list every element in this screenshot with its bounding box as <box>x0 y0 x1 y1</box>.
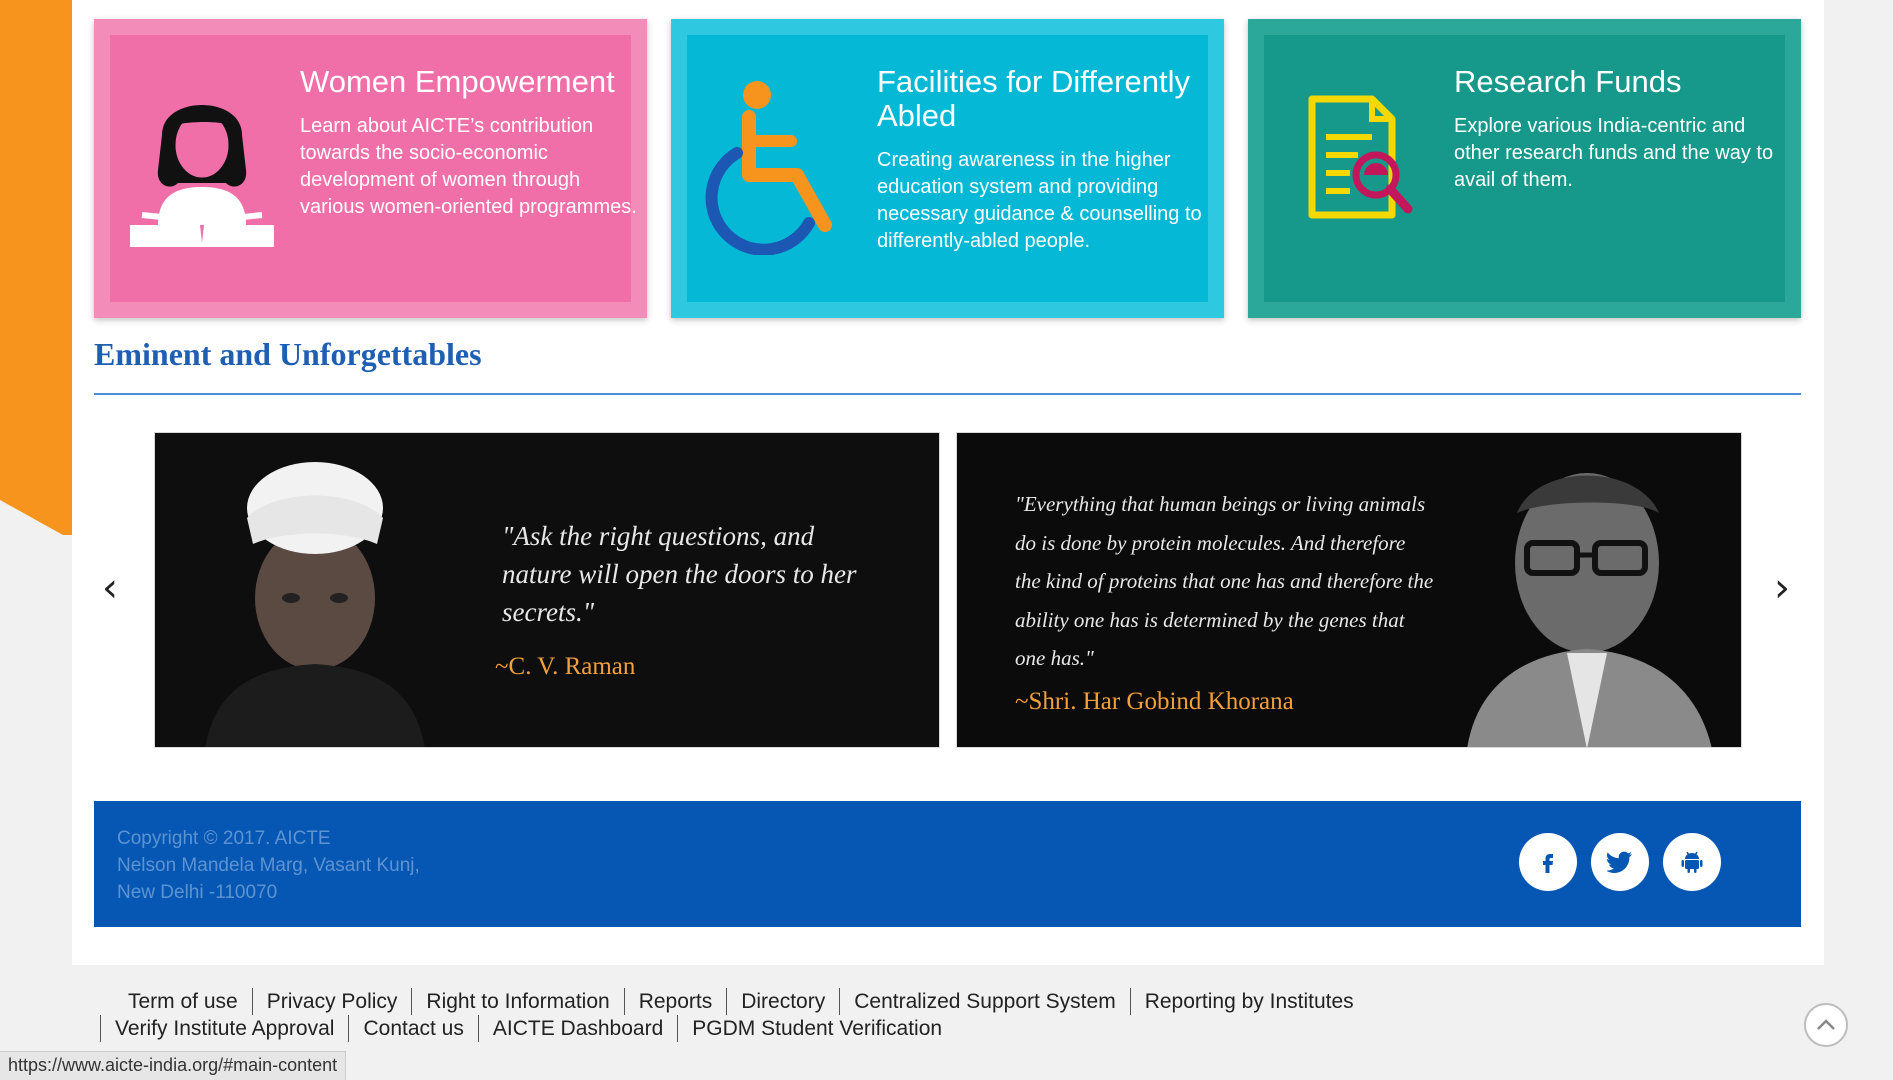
card-description: Creating awareness in the higher educati… <box>877 149 1202 252</box>
card-inner: Research Funds Explore various India-cen… <box>1264 35 1785 302</box>
link-directory[interactable]: Directory <box>726 988 839 1015</box>
android-icon <box>1681 851 1703 873</box>
carousel-slide[interactable]: "Ask the right questions, and nature wil… <box>154 432 940 748</box>
card-title: Facilities for Differently Abled <box>877 64 1190 133</box>
footer-links-row: Verify Institute Approval Contact us AIC… <box>100 1015 1414 1042</box>
card-text: Facilities for Differently Abled Creatin… <box>877 65 1217 255</box>
card-inner: Women Empowerment Learn about AICTE’s co… <box>110 35 637 302</box>
quote-author: ~C. V. Raman <box>495 653 636 680</box>
copyright-text: Copyright © 2017. AICTE <box>117 828 331 849</box>
link-right-to-information[interactable]: Right to Information <box>411 988 623 1015</box>
orange-side-decoration <box>0 0 72 535</box>
section-divider <box>94 393 1801 395</box>
link-reports[interactable]: Reports <box>623 988 727 1015</box>
document-magnifier-icon <box>1308 95 1413 219</box>
woman-reading-icon <box>130 105 274 247</box>
card-text: Women Empowerment Learn about AICTE’s co… <box>300 65 640 221</box>
address-line: Nelson Mandela Marg, Vasant Kunj, <box>117 855 420 876</box>
quote-text: "Everything that human beings or living … <box>1015 492 1434 670</box>
footer-links-row: Term of use Privacy Policy Right to Info… <box>114 988 1414 1015</box>
scroll-to-top-button[interactable] <box>1804 1003 1848 1047</box>
site-footer: Copyright © 2017. AICTE Nelson Mandela M… <box>94 801 1801 927</box>
card-women-empowerment[interactable]: Women Empowerment Learn about AICTE’s co… <box>94 19 647 318</box>
card-research-funds[interactable]: Research Funds Explore various India-cen… <box>1248 19 1801 318</box>
android-button[interactable] <box>1663 833 1721 891</box>
card-description: Explore various India-centric and other … <box>1454 115 1774 191</box>
link-pgdm-student-verification[interactable]: PGDM Student Verification <box>677 1015 956 1042</box>
facebook-icon <box>1543 854 1553 873</box>
status-bar-url: https://www.aicte-india.org/#main-conten… <box>0 1051 347 1080</box>
wheelchair-icon <box>705 81 832 255</box>
link-aicte-dashboard[interactable]: AICTE Dashboard <box>477 1015 677 1042</box>
feature-cards: Women Empowerment Learn about AICTE’s co… <box>94 19 1801 318</box>
twitter-icon <box>1607 851 1632 873</box>
link-term-of-use[interactable]: Term of use <box>114 988 252 1015</box>
quote-author: ~Shri. Har Gobind Khorana <box>1015 688 1294 715</box>
footer-links: Term of use Privacy Policy Right to Info… <box>100 988 1414 1042</box>
link-centralized-support-system[interactable]: Centralized Support System <box>839 988 1129 1015</box>
portrait-image <box>205 462 425 747</box>
card-title: Women Empowerment <box>300 64 615 99</box>
facebook-button[interactable] <box>1519 833 1577 891</box>
twitter-button[interactable] <box>1591 833 1649 891</box>
card-description: Learn about AICTE’s contribution towards… <box>300 115 637 218</box>
footer-address: Copyright © 2017. AICTE Nelson Mandela M… <box>117 825 420 906</box>
main-content: Women Empowerment Learn about AICTE’s co… <box>72 0 1824 965</box>
card-inner: Facilities for Differently Abled Creatin… <box>687 35 1208 302</box>
link-verify-institute-approval[interactable]: Verify Institute Approval <box>100 1015 348 1042</box>
quote-text: "Ask the right questions, and nature wil… <box>502 521 857 627</box>
address-line: New Delhi -110070 <box>117 882 278 903</box>
link-contact-us[interactable]: Contact us <box>348 1015 477 1042</box>
orange-cut-decoration <box>0 500 72 540</box>
carousel-slide[interactable]: "Everything that human beings or living … <box>956 432 1742 748</box>
section-title: Eminent and Unforgettables <box>94 336 482 372</box>
carousel-prev-button[interactable]: ‹ <box>90 568 130 608</box>
card-differently-abled[interactable]: Facilities for Differently Abled Creatin… <box>671 19 1224 318</box>
chevron-up-icon <box>1817 1019 1835 1030</box>
card-text: Research Funds Explore various India-cen… <box>1454 65 1794 194</box>
portrait-image <box>1467 473 1712 747</box>
link-privacy-policy[interactable]: Privacy Policy <box>251 988 412 1015</box>
card-title: Research Funds <box>1454 64 1682 99</box>
link-reporting-by-institutes[interactable]: Reporting by Institutes <box>1129 988 1368 1015</box>
carousel-next-button[interactable]: › <box>1762 568 1802 608</box>
